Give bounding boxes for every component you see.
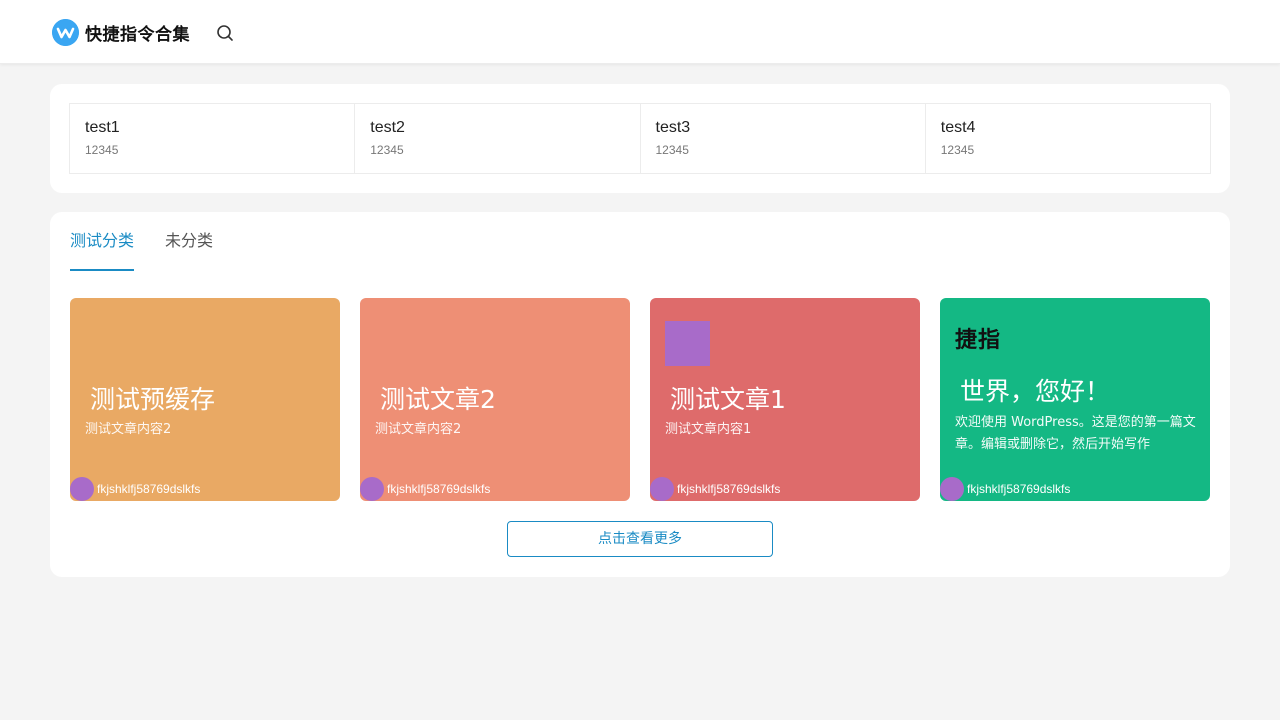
w-logo-icon — [52, 18, 79, 46]
category-tabs: 测试分类 未分类 — [70, 226, 213, 271]
article-brand-image: 捷指 — [955, 328, 1002, 353]
search-icon[interactable] — [214, 22, 236, 44]
author-name: fkjshklfj58769dslkfs — [967, 482, 1071, 496]
tab-test-category[interactable]: 测试分类 — [70, 226, 135, 271]
stat-card-test4[interactable]: test4 12345 — [926, 104, 1210, 173]
avatar — [940, 477, 964, 501]
article-cards: 测试预缓存 测试文章内容2 fkjshklfj58769dslkfs 测试文章2… — [70, 298, 1210, 501]
article-card[interactable]: 测试文章2 测试文章内容2 fkjshklfj58769dslkfs — [360, 298, 630, 501]
article-title: 世界，您好！ — [960, 377, 1111, 406]
stat-title: test4 — [940, 119, 976, 136]
article-author: fkjshklfj58769dslkfs — [360, 477, 490, 501]
stat-value: 12345 — [655, 143, 689, 157]
article-title: 测试文章2 — [380, 385, 496, 414]
stat-value: 12345 — [940, 143, 975, 157]
avatar — [360, 477, 384, 501]
author-name: fkjshklfj58769dslkfs — [97, 482, 201, 496]
view-more-button[interactable]: 点击查看更多 — [507, 521, 773, 557]
stat-title: test2 — [370, 119, 405, 136]
article-card[interactable]: 捷指 世界，您好！ 欢迎使用 WordPress。这是您的第一篇文章。编辑或删除… — [940, 298, 1210, 501]
site-logo[interactable]: 快捷指令合集 — [52, 17, 190, 47]
article-thumbnail — [665, 321, 710, 366]
article-desc: 测试文章内容1 — [665, 422, 752, 437]
stat-title: test3 — [655, 119, 691, 136]
stat-card-test3[interactable]: test3 12345 — [641, 104, 926, 173]
article-author: fkjshklfj58769dslkfs — [650, 477, 780, 501]
avatar — [650, 477, 674, 501]
article-desc: 测试文章内容2 — [85, 422, 172, 437]
articles-panel: 测试分类 未分类 测试预缓存 测试文章内容2 fkjshklfj58769dsl… — [50, 212, 1230, 577]
tab-uncategorized[interactable]: 未分类 — [165, 226, 213, 271]
logo-text: 快捷指令合集 — [85, 24, 190, 45]
article-excerpt: 欢迎使用 WordPress。这是您的第一篇文章。编辑或删除它，然后开始写作 — [955, 415, 1196, 452]
article-title: 测试预缓存 — [90, 385, 216, 414]
stat-title: test1 — [85, 119, 120, 136]
article-card[interactable]: 测试预缓存 测试文章内容2 fkjshklfj58769dslkfs — [70, 298, 340, 501]
article-author: fkjshklfj58769dslkfs — [940, 477, 1070, 501]
avatar — [70, 477, 94, 501]
author-name: fkjshklfj58769dslkfs — [677, 482, 781, 496]
article-card[interactable]: 测试文章1 测试文章内容1 fkjshklfj58769dslkfs — [650, 298, 920, 501]
stat-value: 12345 — [370, 143, 404, 157]
article-desc: 测试文章内容2 — [375, 422, 462, 437]
stat-card-test2[interactable]: test2 12345 — [355, 104, 641, 173]
stat-card-test1[interactable]: test1 12345 — [70, 104, 356, 173]
author-name: fkjshklfj58769dslkfs — [387, 482, 491, 496]
stats-grid: test1 12345 test2 12345 test3 12345 test… — [69, 103, 1211, 174]
top-header: 快捷指令合集 — [0, 0, 1280, 64]
stats-panel: test1 12345 test2 12345 test3 12345 test… — [50, 84, 1230, 193]
stat-value: 12345 — [85, 143, 119, 157]
article-title: 测试文章1 — [670, 385, 786, 414]
article-author: fkjshklfj58769dslkfs — [70, 477, 200, 501]
